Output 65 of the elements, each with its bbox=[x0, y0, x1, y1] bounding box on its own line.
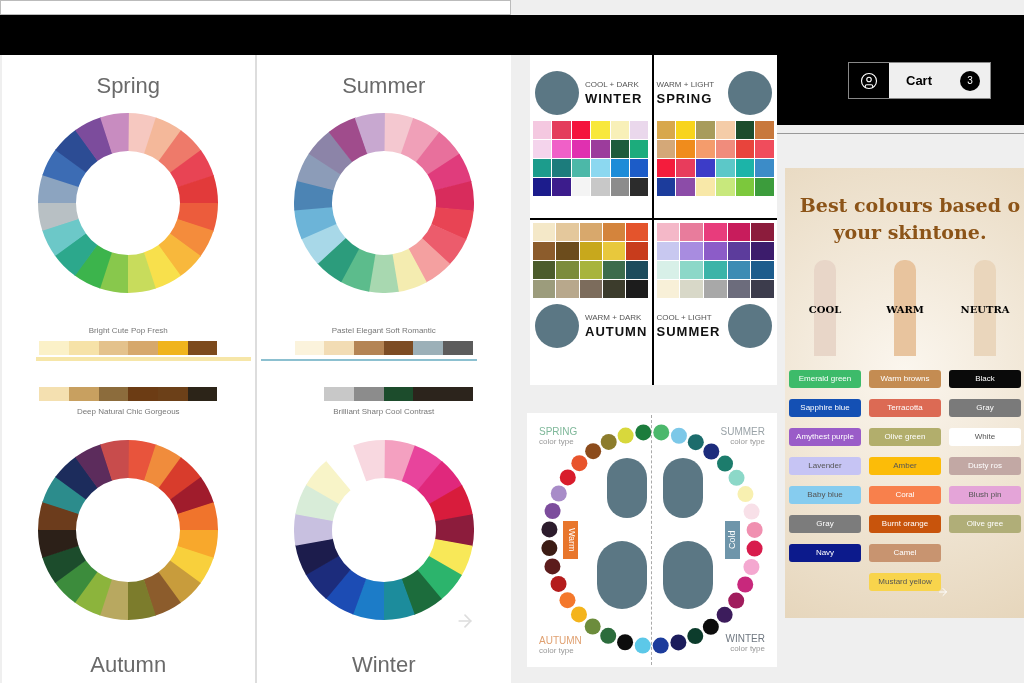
portrait-placeholder bbox=[607, 458, 647, 518]
color-swatch: White bbox=[949, 428, 1021, 446]
portrait-placeholder bbox=[535, 71, 579, 115]
portrait-placeholder bbox=[728, 71, 772, 115]
season-subtitle: WARM + DARK bbox=[585, 314, 643, 322]
type-title: SUMMER bbox=[720, 427, 765, 437]
season-title: Summer bbox=[342, 75, 426, 97]
type-subtitle: color type bbox=[539, 438, 575, 446]
color-swatch: Lavender bbox=[789, 457, 861, 475]
account-icon bbox=[860, 71, 878, 90]
portrait-placeholder bbox=[663, 541, 713, 609]
color-swatch: Olive green bbox=[869, 428, 941, 446]
type-title: AUTUMN bbox=[539, 636, 582, 646]
type-title: SPRING bbox=[539, 427, 578, 437]
season-subtitle: WARM + LIGHT bbox=[656, 81, 715, 89]
season-subtitle: COOL + LIGHT bbox=[656, 314, 713, 322]
season-title: SPRING bbox=[656, 92, 714, 105]
color-swatch: Burnt orange bbox=[869, 515, 941, 533]
season-title: Winter bbox=[351, 654, 416, 676]
portrait-placeholder bbox=[728, 304, 772, 348]
color-swatch: Amber bbox=[869, 457, 941, 475]
skin-tone-heading: COOL bbox=[808, 303, 842, 317]
color-swatch: Mustard yellow bbox=[869, 573, 941, 591]
season-title: SUMMER bbox=[656, 325, 721, 338]
color-swatch: Camel bbox=[869, 544, 941, 562]
season-keywords: Deep Natural Chic Gorgeous bbox=[76, 406, 180, 418]
color-swatch: Black bbox=[949, 370, 1021, 388]
poster-title: Best colours based o bbox=[799, 193, 1021, 218]
color-swatch: Navy bbox=[789, 544, 861, 562]
type-subtitle: color type bbox=[539, 647, 575, 655]
type-tag: Warm bbox=[563, 521, 578, 559]
season-title: WINTER bbox=[585, 92, 643, 105]
portrait-placeholder bbox=[535, 304, 579, 348]
color-swatch: Sapphire blue bbox=[789, 399, 861, 417]
arrow-icon bbox=[937, 586, 949, 598]
skin-tone-heading: WARM bbox=[886, 303, 924, 317]
color-swatch: Blush pin bbox=[949, 486, 1021, 504]
color-swatch: Olive gree bbox=[949, 515, 1021, 533]
skin-tone-heading: NEUTRA bbox=[960, 303, 1010, 317]
season-title: AUTUMN bbox=[585, 325, 648, 338]
type-title: WINTER bbox=[725, 634, 765, 644]
color-swatch: Emerald green bbox=[789, 370, 861, 388]
color-swatch: Terracotta bbox=[869, 399, 941, 417]
portrait-placeholder bbox=[663, 458, 703, 518]
color-swatch: Dusty ros bbox=[949, 457, 1021, 475]
color-swatch: Warm browns bbox=[869, 370, 941, 388]
season-keywords: Pastel Elegant Soft Romantic bbox=[331, 325, 436, 337]
color-swatch: Amythest purple bbox=[789, 428, 861, 446]
color-swatch: Baby blue bbox=[789, 486, 861, 504]
season-keywords: Brilliant Sharp Cool Contrast bbox=[333, 406, 435, 418]
poster-title: your skintone. bbox=[833, 220, 987, 245]
color-swatch: Gray bbox=[949, 399, 1021, 417]
type-subtitle: color type bbox=[730, 438, 765, 446]
portrait-placeholder bbox=[597, 541, 647, 609]
color-swatch: Gray bbox=[789, 515, 861, 533]
type-subtitle: color type bbox=[730, 645, 765, 653]
type-tag: Cold bbox=[725, 521, 740, 559]
cart-label: Cart bbox=[906, 71, 932, 90]
season-title: Spring bbox=[96, 75, 161, 97]
cart-count-badge: 3 bbox=[960, 70, 980, 91]
season-keywords: Bright Cute Pop Fresh bbox=[88, 325, 168, 337]
season-subtitle: COOL + DARK bbox=[585, 81, 640, 89]
color-swatch: Coral bbox=[869, 486, 941, 504]
cart-button[interactable]: Cart 3 bbox=[848, 62, 991, 99]
season-title: Autumn bbox=[90, 654, 167, 676]
